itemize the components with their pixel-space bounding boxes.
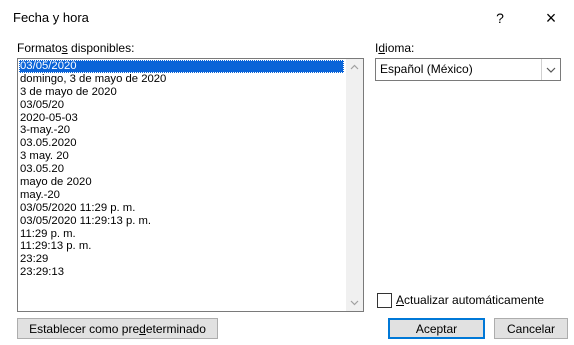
- format-list-item[interactable]: 03.05.2020: [19, 137, 344, 150]
- format-list-item[interactable]: 03/05/2020 11:29:13 p. m.: [19, 215, 344, 228]
- close-button[interactable]: ×: [536, 7, 566, 29]
- format-list-item[interactable]: 3-may.-20: [19, 124, 344, 137]
- format-list-item[interactable]: 23:29:13: [19, 266, 344, 279]
- format-list-item[interactable]: 3 may. 20: [19, 150, 344, 163]
- format-list-item[interactable]: 3 de mayo de 2020: [19, 86, 344, 99]
- set-default-label-text-end: eterminado: [145, 322, 206, 336]
- set-default-label-text: Establecer como pre: [29, 322, 140, 336]
- formats-label: Formatos disponibles:: [17, 41, 134, 55]
- format-list-item[interactable]: 11:29 p. m.: [19, 228, 344, 241]
- format-list-item[interactable]: 03/05/20: [19, 99, 344, 112]
- format-list-item[interactable]: 11:29:13 p. m.: [19, 240, 344, 253]
- format-list-item[interactable]: 23:29: [19, 253, 344, 266]
- formats-label-text: Formato: [17, 41, 62, 55]
- auto-update-checkbox[interactable]: [377, 293, 392, 308]
- date-time-dialog: Fecha y hora ? × Formatos disponibles: 0…: [0, 0, 574, 345]
- format-list-item[interactable]: mayo de 2020: [19, 176, 344, 189]
- formats-listbox[interactable]: 03/05/2020 domingo, 3 de mayo de 2020 3 de…: [17, 58, 364, 312]
- format-list-item[interactable]: 2020-05-03: [19, 112, 344, 125]
- format-list-item[interactable]: 03/05/2020 11:29 p. m.: [19, 202, 344, 215]
- ok-button[interactable]: Aceptar: [388, 318, 485, 339]
- formats-list: 03/05/2020 domingo, 3 de mayo de 2020 3 de…: [19, 60, 344, 279]
- formats-scrollbar[interactable]: [346, 59, 363, 311]
- formats-label-text-end: disponibles:: [67, 41, 135, 55]
- scroll-up-arrow-icon[interactable]: [346, 59, 363, 76]
- language-label-text-end: ioma:: [385, 41, 415, 55]
- language-label: Idioma:: [375, 41, 414, 55]
- help-button[interactable]: ?: [486, 8, 514, 28]
- auto-update-label-text: ctualizar automáticamente: [404, 293, 545, 307]
- format-list-item[interactable]: may.-20: [19, 189, 344, 202]
- format-list-item[interactable]: domingo, 3 de mayo de 2020: [19, 73, 344, 86]
- auto-update-label-accel: A: [396, 293, 405, 307]
- set-default-label-accel: d: [139, 322, 146, 336]
- auto-update-label[interactable]: Actualizar automáticamente: [396, 293, 544, 307]
- chevron-down-icon[interactable]: [541, 59, 560, 80]
- title-bar: Fecha y hora ? ×: [0, 0, 574, 36]
- format-list-item[interactable]: 03/05/2020: [19, 60, 344, 73]
- dialog-title: Fecha y hora: [13, 10, 89, 25]
- language-select-value: Español (México): [380, 62, 473, 76]
- cancel-button[interactable]: Cancelar: [494, 318, 568, 339]
- language-select[interactable]: Español (México): [375, 58, 561, 81]
- set-default-button[interactable]: Establecer como predeterminado: [17, 318, 218, 339]
- format-list-item[interactable]: 03.05.20: [19, 163, 344, 176]
- scroll-down-arrow-icon[interactable]: [346, 294, 363, 311]
